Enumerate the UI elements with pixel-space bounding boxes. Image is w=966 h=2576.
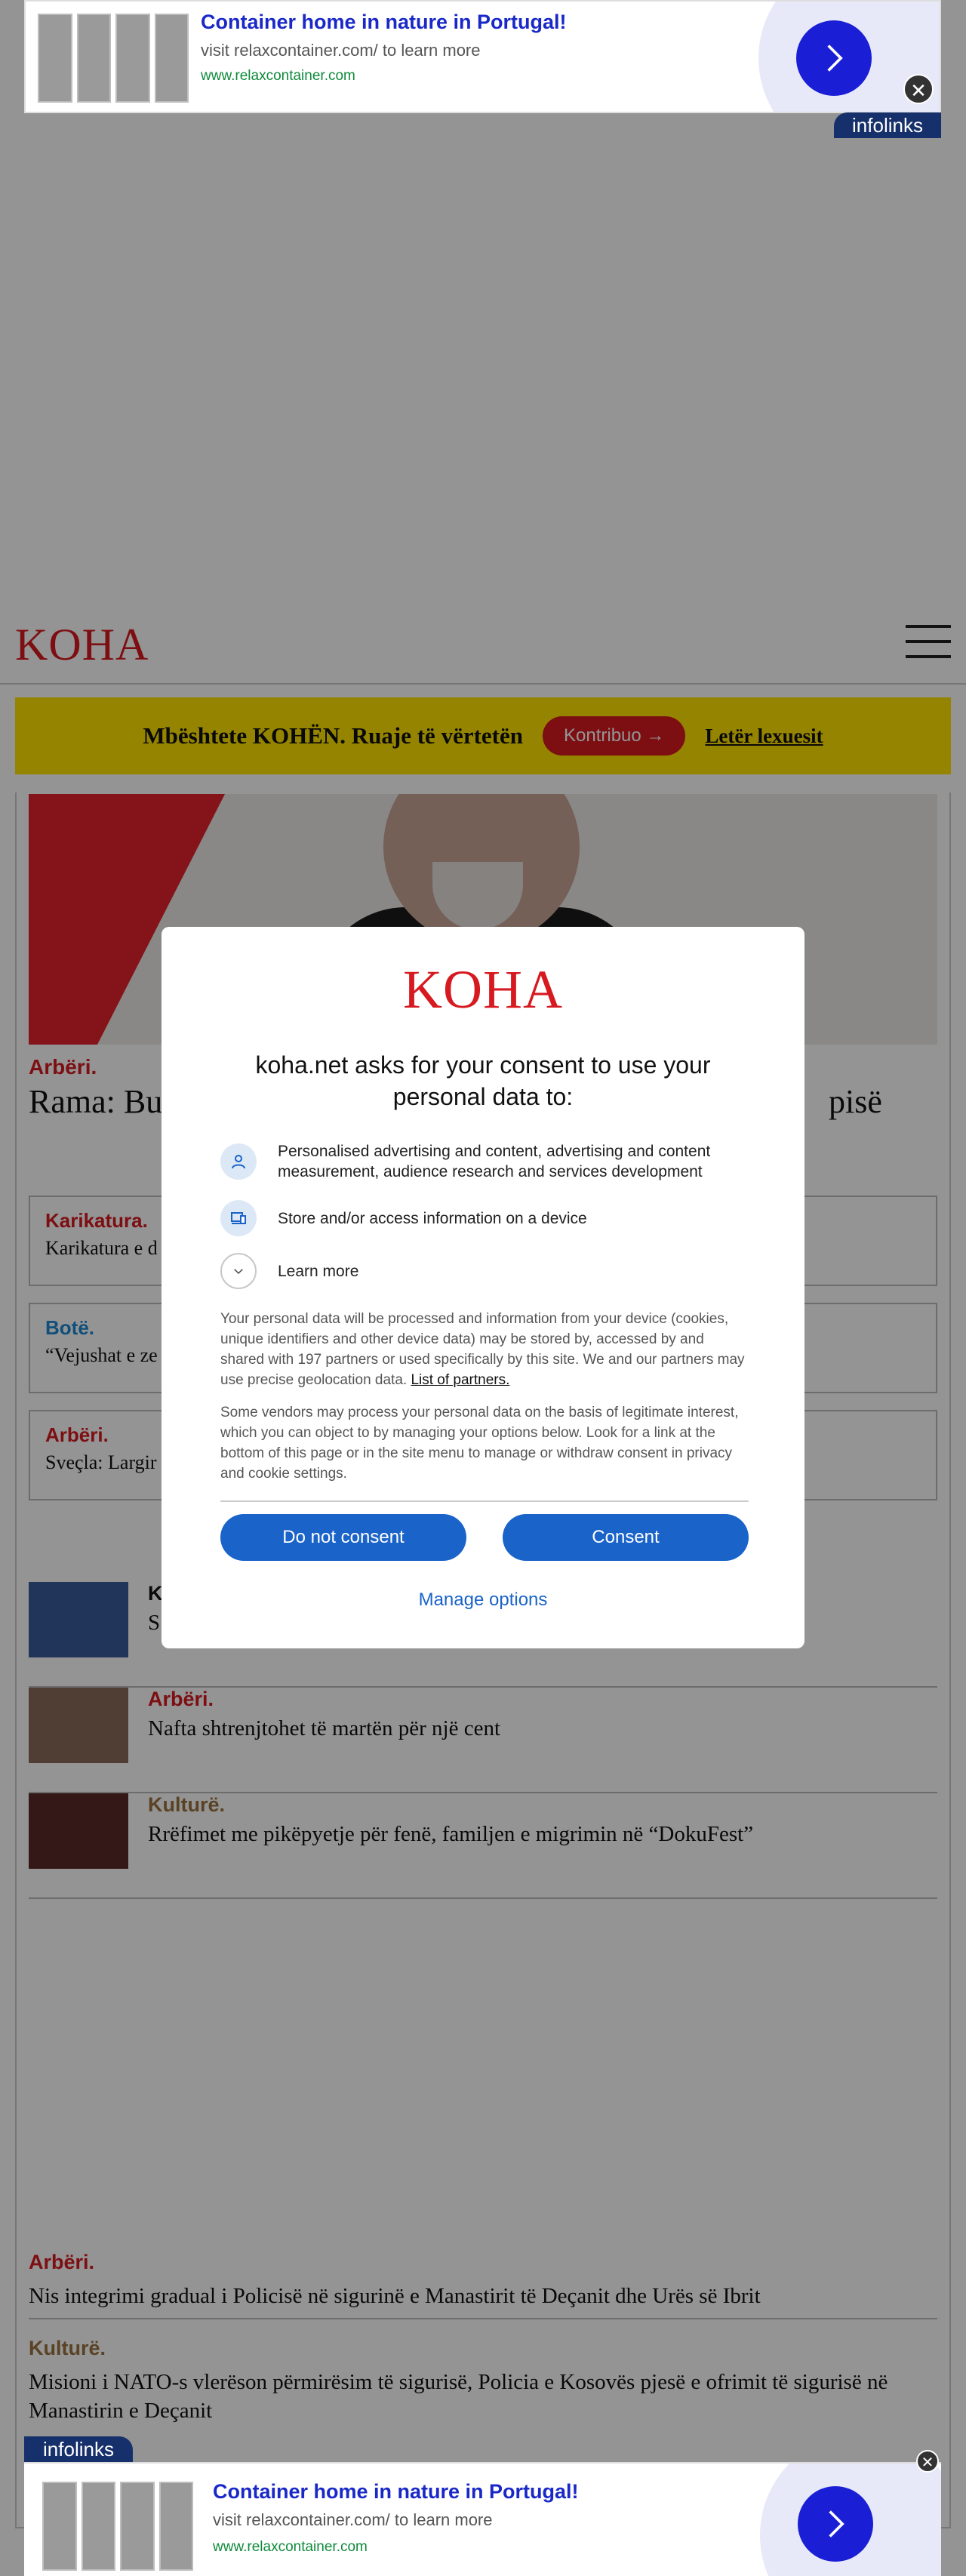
ad-title[interactable]: Container home in nature in Portugal! (201, 11, 567, 34)
ad-image (38, 14, 189, 103)
consent-dialog: KOHA koha.net asks for your consent to u… (162, 927, 804, 1648)
ad-close-button[interactable]: ✕ (903, 74, 934, 104)
purpose-text: Personalised advertising and content, ad… (278, 1143, 711, 1180)
ad-description: visit relaxcontainer.com/ to learn more (213, 2510, 493, 2529)
consent-heading: koha.net asks for your consent to use yo… (255, 1051, 711, 1110)
infolinks-badge[interactable]: infolinks (24, 2436, 133, 2462)
do-not-consent-button[interactable]: Do not consent (220, 1514, 466, 1561)
consent-logo: KOHA (403, 959, 563, 1020)
partners-link[interactable]: List of partners. (411, 1372, 509, 1388)
chevron-down-icon[interactable] (220, 1253, 257, 1289)
ad-arrow-button[interactable] (798, 2486, 873, 2562)
learn-more-label[interactable]: Learn more (278, 1261, 358, 1282)
ad-url[interactable]: www.relaxcontainer.com (213, 2539, 368, 2556)
infolinks-badge[interactable]: infolinks (834, 112, 941, 138)
ad-description: visit relaxcontainer.com/ to learn more (201, 41, 481, 60)
manage-options-link[interactable]: Manage options (162, 1590, 804, 1611)
consent-purpose: Personalised advertising and content, ad… (220, 1141, 749, 1182)
ad-arrow-button[interactable] (796, 20, 872, 96)
learn-more-toggle[interactable]: Learn more (220, 1253, 749, 1289)
ad-image (42, 2482, 193, 2571)
chevron-right-icon (829, 2510, 844, 2538)
top-ad-banner[interactable]: Container home in nature in Portugal! vi… (24, 0, 941, 113)
consent-purpose: Store and/or access information on a dev… (220, 1200, 749, 1236)
ad-close-button[interactable]: ✕ (916, 2450, 939, 2473)
consent-description: Your personal data will be processed and… (220, 1309, 749, 1390)
chevron-right-icon (827, 45, 843, 72)
bottom-ad-banner[interactable]: Container home in nature in Portugal! vi… (24, 2462, 941, 2576)
person-icon (220, 1143, 257, 1180)
ad-url[interactable]: www.relaxcontainer.com (201, 68, 355, 85)
consent-button[interactable]: Consent (503, 1514, 749, 1561)
ad-title[interactable]: Container home in nature in Portugal! (213, 2480, 579, 2504)
consent-legitimate-interest: Some vendors may process your personal d… (220, 1405, 739, 1482)
consent-divider (220, 1500, 749, 1502)
device-icon (220, 1200, 257, 1236)
purpose-text: Store and/or access information on a dev… (278, 1209, 587, 1227)
